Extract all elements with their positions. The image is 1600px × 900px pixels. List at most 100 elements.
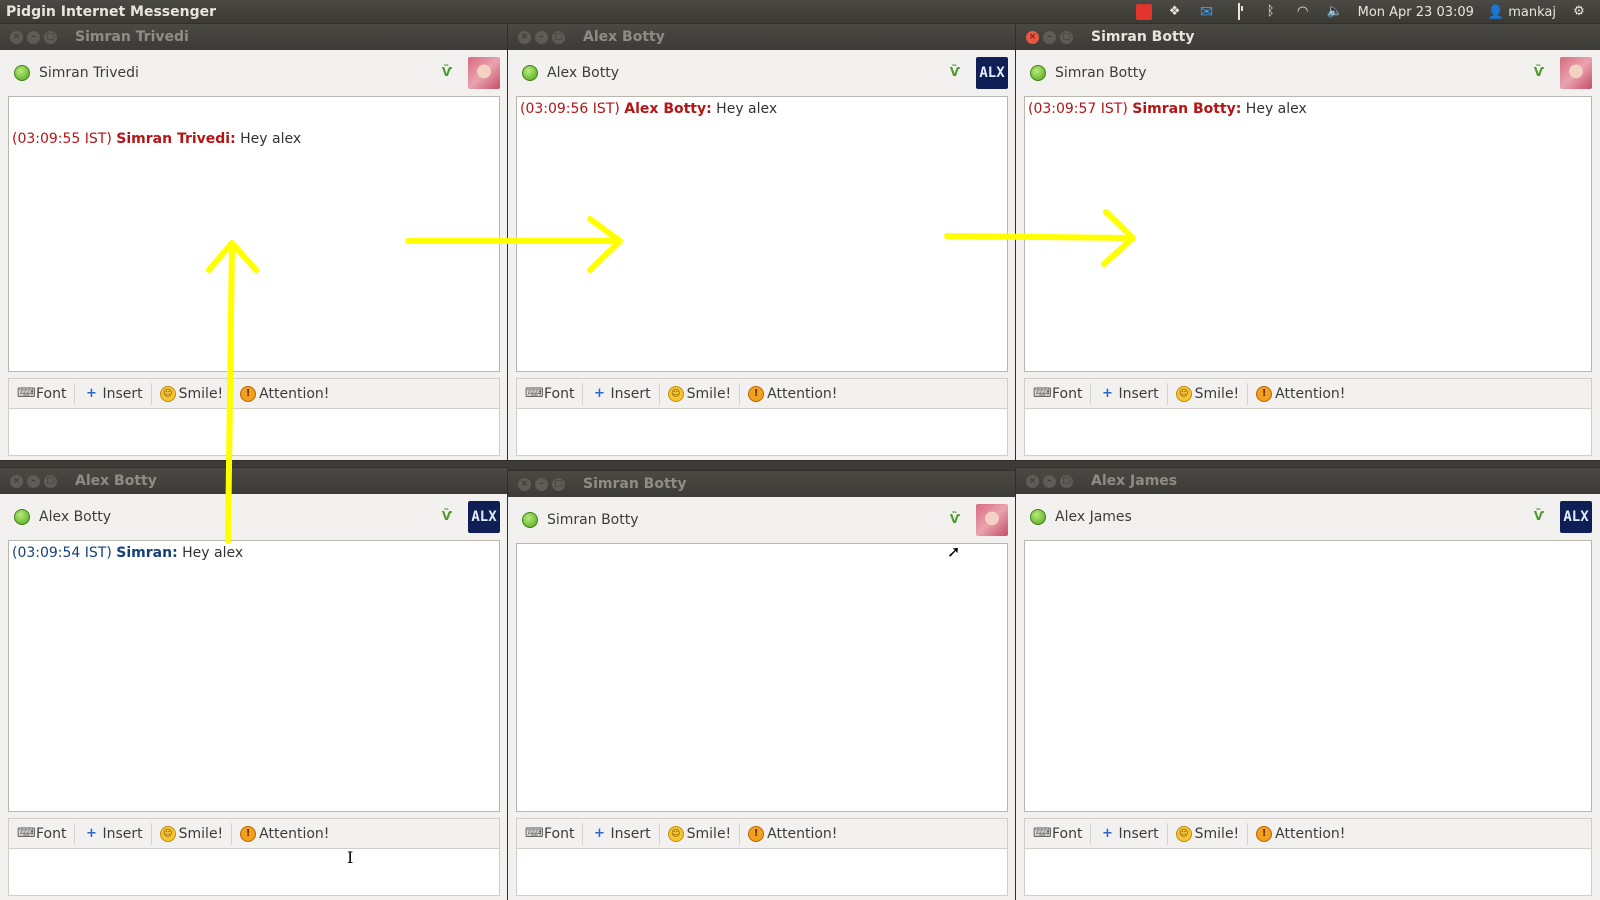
maximize-icon[interactable]: □ bbox=[552, 30, 565, 44]
buddy-avatar[interactable]: ALX bbox=[1560, 501, 1592, 533]
conversation-history[interactable]: (03:09:55 IST) Simran Trivedi: Hey alex bbox=[8, 96, 500, 372]
plus-icon: + bbox=[594, 386, 605, 401]
attention-label: Attention! bbox=[259, 826, 330, 842]
buddy-avatar[interactable]: ALX bbox=[976, 57, 1008, 89]
conversation-window[interactable]: × – □ Simran Trivedi Simran Trivedi Ѷ (0… bbox=[0, 24, 508, 460]
attention-button[interactable]: ! Attention! bbox=[1248, 823, 1353, 845]
conversation-window[interactable]: × – □ Simran Botty Simran Botty Ѷ ⌨ Font … bbox=[508, 471, 1016, 900]
window-titlebar[interactable]: × – □ Simran Trivedi bbox=[0, 24, 508, 50]
smile-label: Smile! bbox=[1194, 386, 1240, 402]
insert-button[interactable]: + Insert bbox=[1091, 823, 1168, 845]
font-icon: ⌨ bbox=[1033, 386, 1052, 401]
message-entry[interactable] bbox=[1024, 408, 1592, 456]
insert-label: Insert bbox=[1118, 386, 1159, 402]
conversation-window[interactable]: × – □ Alex Botty Alex Botty Ѷ ALX (03:09… bbox=[508, 24, 1016, 460]
volume-icon[interactable]: 🔈 bbox=[1326, 4, 1344, 20]
conversation-history[interactable]: (03:09:56 IST) Alex Botty: Hey alex bbox=[516, 96, 1008, 372]
mail-icon[interactable]: ✉ bbox=[1198, 4, 1216, 20]
maximize-icon[interactable]: □ bbox=[1060, 30, 1073, 44]
window-titlebar[interactable]: × – □ Alex James bbox=[1016, 468, 1600, 494]
insert-button[interactable]: + Insert bbox=[1091, 383, 1168, 405]
smile-button[interactable]: ☺ Smile! bbox=[660, 383, 741, 405]
attention-button[interactable]: ! Attention! bbox=[232, 823, 337, 845]
smile-button[interactable]: ☺ Smile! bbox=[1168, 823, 1249, 845]
window-titlebar[interactable]: × – □ Alex Botty bbox=[508, 24, 1016, 50]
smiley-icon: ☺ bbox=[667, 386, 684, 402]
message-entry[interactable] bbox=[516, 848, 1008, 896]
system-tray: ❖ ✉ ᛒ ◠ 🔈 Mon Apr 23 03:09 👤 mankaj ⚙ bbox=[1135, 3, 1600, 20]
minimize-icon[interactable]: – bbox=[535, 477, 548, 491]
font-button[interactable]: ⌨ Font bbox=[1025, 823, 1092, 845]
record-indicator-icon[interactable] bbox=[1135, 4, 1152, 20]
attention-button[interactable]: ! Attention! bbox=[1248, 383, 1353, 405]
minimize-icon[interactable]: – bbox=[535, 30, 548, 44]
message-entry[interactable] bbox=[516, 408, 1008, 456]
font-button[interactable]: ⌨ Font bbox=[517, 383, 584, 405]
maximize-icon[interactable]: □ bbox=[44, 474, 57, 488]
message-text: Hey alex bbox=[182, 545, 244, 561]
font-button[interactable]: ⌨ Font bbox=[1025, 383, 1092, 405]
smiley-icon: ☺ bbox=[159, 386, 176, 402]
close-icon[interactable]: × bbox=[10, 30, 23, 44]
buddy-avatar[interactable]: ALX bbox=[468, 501, 500, 533]
buddy-avatar[interactable] bbox=[1560, 57, 1592, 89]
minimize-icon[interactable]: – bbox=[27, 474, 40, 488]
maximize-icon[interactable]: □ bbox=[1060, 474, 1073, 488]
close-icon[interactable]: × bbox=[1026, 30, 1039, 44]
message-entry[interactable] bbox=[1024, 848, 1592, 896]
minimize-icon[interactable]: – bbox=[1043, 474, 1056, 488]
minimize-icon[interactable]: – bbox=[27, 30, 40, 44]
dropbox-icon[interactable]: ❖ bbox=[1166, 4, 1184, 20]
wifi-icon[interactable]: ◠ bbox=[1294, 4, 1312, 20]
user-menu[interactable]: 👤 mankaj bbox=[1488, 5, 1556, 20]
smile-label: Smile! bbox=[178, 826, 224, 842]
close-icon[interactable]: × bbox=[518, 30, 531, 44]
smiley-icon: ☺ bbox=[1175, 826, 1192, 842]
message-timestamp: (03:09:55 IST) bbox=[12, 131, 112, 147]
conversation-history[interactable] bbox=[516, 543, 1008, 812]
close-icon[interactable]: × bbox=[1026, 474, 1039, 488]
battery-icon[interactable] bbox=[1230, 3, 1248, 20]
attention-button[interactable]: ! Attention! bbox=[740, 823, 845, 845]
font-button[interactable]: ⌨ Font bbox=[9, 383, 76, 405]
window-titlebar[interactable]: × – □ Simran Botty bbox=[1016, 24, 1600, 50]
buddy-avatar[interactable] bbox=[468, 57, 500, 89]
gear-icon[interactable]: ⚙ bbox=[1570, 4, 1588, 20]
conversation-history[interactable] bbox=[1024, 540, 1592, 812]
attention-button[interactable]: ! Attention! bbox=[232, 383, 337, 405]
message-timestamp: (03:09:54 IST) bbox=[12, 545, 112, 561]
message-text: Hey alex bbox=[1245, 101, 1307, 117]
conversation-window[interactable]: × – □ Alex James Alex James Ѷ ALX ⌨ Font … bbox=[1016, 468, 1600, 900]
window-titlebar[interactable]: × – □ Alex Botty bbox=[0, 468, 508, 494]
clock[interactable]: Mon Apr 23 03:09 bbox=[1358, 5, 1474, 20]
attention-button[interactable]: ! Attention! bbox=[740, 383, 845, 405]
smile-button[interactable]: ☺ Smile! bbox=[152, 823, 233, 845]
maximize-icon[interactable]: □ bbox=[552, 477, 565, 491]
insert-button[interactable]: + Insert bbox=[75, 823, 152, 845]
bluetooth-icon[interactable]: ᛒ bbox=[1262, 4, 1280, 20]
smile-button[interactable]: ☺ Smile! bbox=[152, 383, 233, 405]
attention-icon: ! bbox=[240, 386, 257, 402]
window-titlebar[interactable]: × – □ Simran Botty bbox=[508, 471, 1016, 497]
close-icon[interactable]: × bbox=[10, 474, 23, 488]
message-sender: Alex Botty: bbox=[624, 101, 712, 117]
maximize-icon[interactable]: □ bbox=[44, 30, 57, 44]
message-entry[interactable] bbox=[8, 848, 500, 896]
close-icon[interactable]: × bbox=[518, 477, 531, 491]
buddy-avatar[interactable] bbox=[976, 504, 1008, 536]
font-button[interactable]: ⌨ Font bbox=[9, 823, 76, 845]
minimize-icon[interactable]: – bbox=[1043, 30, 1056, 44]
insert-button[interactable]: + Insert bbox=[75, 383, 152, 405]
smile-button[interactable]: ☺ Smile! bbox=[1168, 383, 1249, 405]
font-button[interactable]: ⌨ Font bbox=[517, 823, 584, 845]
insert-button[interactable]: + Insert bbox=[583, 383, 660, 405]
conversation-window[interactable]: × – □ Alex Botty Alex Botty Ѷ ALX (03:09… bbox=[0, 468, 508, 900]
message-sender: Simran Botty: bbox=[1132, 101, 1242, 117]
insert-button[interactable]: + Insert bbox=[583, 823, 660, 845]
contact-header: Alex James Ѷ ALX bbox=[1016, 494, 1600, 540]
conversation-window[interactable]: × – □ Simran Botty Simran Botty Ѷ (03:09… bbox=[1016, 24, 1600, 460]
smile-button[interactable]: ☺ Smile! bbox=[660, 823, 741, 845]
conversation-history[interactable]: (03:09:57 IST) Simran Botty: Hey alex bbox=[1024, 96, 1592, 372]
conversation-history[interactable]: (03:09:54 IST) Simran: Hey alex bbox=[8, 540, 500, 812]
message-entry[interactable] bbox=[8, 408, 500, 456]
